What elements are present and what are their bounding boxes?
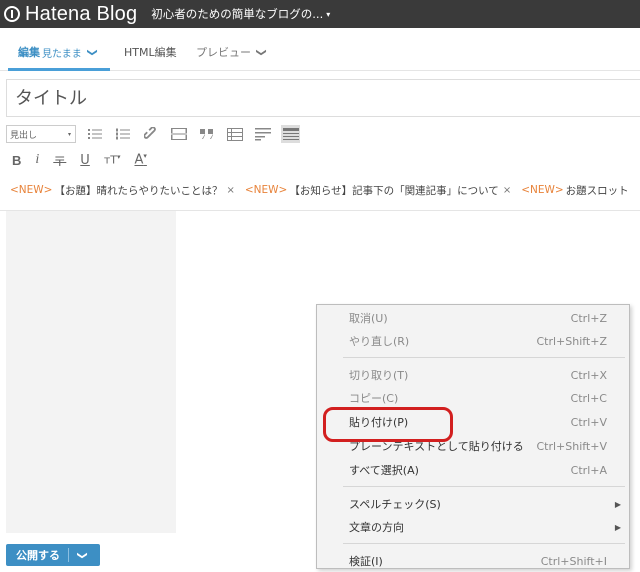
menu-item-shortcut: Ctrl+Shift+V [536,439,607,453]
editor-toolbar-row-2: B i 〒 U тT▾ A▾ [12,150,161,170]
top-bar: Hatena Blog 初心者のための簡単なブログの... ▾ [0,0,640,28]
tab-preview[interactable]: プレビュー ❯ [196,44,267,60]
blog-selector[interactable]: 初心者のための簡単なブログの... ▾ [151,6,330,22]
underline-button[interactable]: U [80,153,90,168]
menu-item-paste[interactable]: 貼り付け(P) Ctrl+V [317,411,629,433]
caret-down-icon: ▾ [116,153,121,162]
menu-item-shortcut: Ctrl+Shift+I [540,554,607,568]
table-icon[interactable] [225,125,244,143]
menu-item-label: 検証(I) [349,555,383,568]
more-icon[interactable] [169,125,188,143]
bold-button[interactable]: B [12,153,21,168]
tab-preview-label: プレビュー [196,46,251,59]
heading-select[interactable]: 見出し ▾ [6,125,76,143]
new-badge: <NEW> [521,184,564,196]
link-icon[interactable] [141,125,160,143]
tab-edit[interactable]: 編集 見たまま ❯ [18,44,98,60]
context-menu: 取消(U) Ctrl+Z やり直し(R) Ctrl+Shift+Z 切り取り(T… [316,304,630,569]
chevron-down-icon: ❯ [255,47,267,57]
chevron-down-icon: ❯ [86,47,98,57]
hatena-logo[interactable]: Hatena Blog [4,3,137,26]
active-tab-indicator [8,68,110,71]
title-input[interactable] [7,80,640,116]
menu-item-shortcut: Ctrl+Shift+Z [536,334,607,348]
close-icon[interactable]: × [503,185,511,196]
tab-edit-label: 編集 [18,46,40,59]
menu-item-label: すべて選択(A) [349,464,419,477]
menu-item-label: やり直し(R) [349,335,410,348]
blog-title: 初心者のための簡単なブログの... [151,7,324,21]
menu-item-shortcut: Ctrl+Z [570,311,607,325]
menu-item-select-all[interactable]: すべて選択(A) Ctrl+A [317,459,629,481]
unordered-list-icon[interactable] [85,125,104,143]
tab-html-edit[interactable]: HTML編集 [124,44,177,60]
submenu-arrow-icon: ▶ [614,522,621,532]
caret-down-icon: ▾ [67,130,71,138]
menu-item-label: スペルチェック(S) [349,498,441,511]
font-size-label: тT [103,153,117,167]
toggle-icon[interactable] [281,125,300,143]
italic-button[interactable]: i [35,152,39,168]
menu-item-shortcut: Ctrl+X [570,368,607,382]
logo-text: Hatena Blog [25,2,138,25]
new-badge: <NEW> [244,184,288,196]
editor-tabs: 編集 見たまま ❯ HTML編集 プレビュー ❯ [0,28,640,71]
title-field [6,79,640,117]
topic-item[interactable]: <NEW> 【お題】晴れたらやりたいことは？ × [10,183,235,198]
menu-item-shortcut: Ctrl+A [570,463,607,477]
submenu-arrow-icon: ▶ [614,499,621,509]
ordered-list-icon[interactable] [113,125,132,143]
snippet-icon[interactable] [253,125,272,143]
new-badge: <NEW> [10,184,53,196]
menu-separator [343,543,625,544]
font-size-button[interactable]: тT▾ [104,153,121,167]
publish-label: 公開する [6,548,69,562]
menu-item-label: 取消(U) [349,312,388,325]
chevron-down-icon[interactable]: ❯ [77,551,88,559]
topic-text[interactable]: お題スロット [566,183,629,198]
menu-item-label: コピー(C) [349,392,399,405]
menu-item-redo[interactable]: やり直し(R) Ctrl+Shift+Z [317,330,629,352]
topic-item[interactable]: <NEW> 【お知らせ】記事下の「関連記事」について × [245,183,511,198]
menu-item-inspect[interactable]: 検証(I) Ctrl+Shift+I [317,550,629,572]
menu-item-undo[interactable]: 取消(U) Ctrl+Z [317,307,629,329]
menu-item-shortcut: Ctrl+C [570,391,607,405]
topic-suggestions: <NEW> 【お題】晴れたらやりたいことは？ × <NEW> 【お知らせ】記事下… [0,179,640,201]
topic-item[interactable]: <NEW> お題スロット [521,183,628,198]
menu-item-text-direction[interactable]: 文章の方向 ▶ [317,516,629,538]
text-color-button[interactable]: A▾ [134,152,146,167]
menu-item-cut[interactable]: 切り取り(T) Ctrl+X [317,364,629,386]
menu-item-paste-plain[interactable]: プレーンテキストとして貼り付ける Ctrl+Shift+V [317,435,629,457]
editor-toolbar-row-1: 見出し ▾ [6,124,300,144]
caret-down-icon: ▾ [326,9,331,19]
menu-item-spellcheck[interactable]: スペルチェック(S) ▶ [317,493,629,515]
topic-text[interactable]: 【お知らせ】記事下の「関連記事」について [289,183,498,198]
menu-item-label: 貼り付け(P) [349,416,409,429]
close-icon[interactable]: × [226,185,234,196]
menu-separator [343,486,625,487]
topic-text[interactable]: 【お題】晴れたらやりたいことは？ [54,183,222,198]
heading-select-value: 見出し [10,130,38,141]
strikethrough-button[interactable]: 〒 [53,151,66,170]
editor-sidebar [6,211,176,533]
quote-icon[interactable] [197,125,216,143]
menu-separator [343,357,625,358]
tab-html-label: HTML編集 [124,46,177,59]
hatena-logo-icon [4,6,20,22]
caret-down-icon: ▾ [143,152,147,161]
menu-item-label: プレーンテキストとして貼り付ける [349,440,524,453]
menu-item-label: 切り取り(T) [349,369,409,382]
menu-item-label: 文章の方向 [349,521,404,534]
menu-item-shortcut: Ctrl+V [570,415,607,429]
menu-item-copy[interactable]: コピー(C) Ctrl+C [317,387,629,409]
tab-edit-mode: 見たまま [42,48,82,60]
